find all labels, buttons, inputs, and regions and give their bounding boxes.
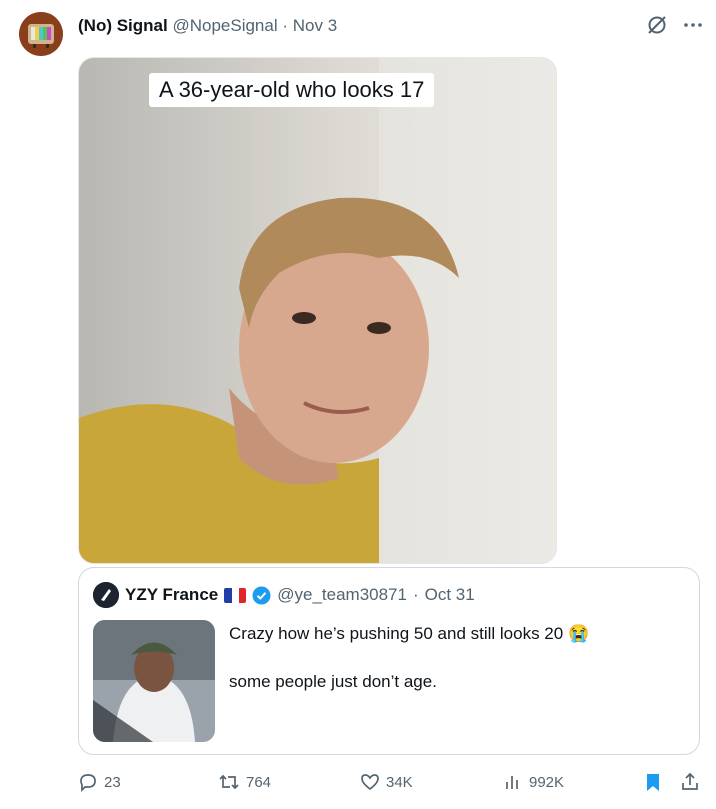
quoted-tweet-line1: Crazy how he’s pushing 50 and still look…: [229, 624, 564, 643]
grok-icon[interactable]: [646, 14, 668, 36]
share-button[interactable]: [680, 772, 700, 792]
image-caption: A 36-year-old who looks 17: [149, 73, 435, 107]
share-icon: [680, 772, 700, 792]
heart-icon: [360, 772, 380, 792]
reply-button[interactable]: 23: [78, 772, 121, 792]
quoted-tweet-text: Crazy how he’s pushing 50 and still look…: [229, 623, 679, 719]
tweet-actions: 23 764 34K 992K: [78, 772, 698, 798]
like-count: 34K: [386, 773, 413, 791]
tweet-header: (No) Signal @NopeSignal · Nov 3: [78, 16, 337, 36]
views-chart-icon: [503, 772, 523, 792]
views-count: 992K: [529, 773, 565, 791]
quoted-tweet-header: YZY France @ye_team30871 · Oct 31: [93, 582, 475, 608]
quoted-tweet-line2: some people just don’t age.: [229, 672, 437, 691]
repost-count: 764: [246, 773, 272, 791]
reply-icon: [78, 772, 98, 792]
quoted-author-avatar[interactable]: [93, 582, 119, 608]
quoted-tweet-date[interactable]: Oct 31: [425, 585, 475, 605]
tweet-media-image[interactable]: [78, 57, 557, 564]
bookmark-icon: [644, 772, 662, 792]
crying-emoji: 😭: [567, 624, 590, 643]
bookmark-button[interactable]: [644, 772, 662, 792]
reply-count: 23: [104, 773, 121, 791]
like-button[interactable]: 34K: [360, 772, 413, 792]
france-flag-icon: [224, 587, 247, 603]
separator: ·: [412, 585, 419, 604]
verified-badge-icon: [252, 586, 271, 605]
tweet-date[interactable]: Nov 3: [293, 16, 337, 35]
author-avatar[interactable]: [19, 12, 63, 56]
quoted-tweet-thumbnail[interactable]: [93, 620, 215, 742]
author-name[interactable]: (No) Signal: [78, 16, 168, 35]
quoted-tweet-line: Crazy how he’s pushing 50 and still look…: [229, 623, 679, 645]
more-options-icon[interactable]: [682, 14, 704, 36]
author-handle[interactable]: @NopeSignal: [172, 16, 277, 35]
quoted-author-handle[interactable]: @ye_team30871: [277, 585, 407, 605]
views-button[interactable]: 992K: [503, 772, 564, 792]
top-actions: [646, 14, 704, 36]
repost-icon: [218, 772, 240, 792]
repost-button[interactable]: 764: [218, 772, 271, 792]
quoted-author-name[interactable]: YZY France: [125, 585, 218, 605]
separator: ·: [282, 16, 289, 35]
quoted-tweet[interactable]: YZY France @ye_team30871 · Oct 31 Crazy …: [78, 567, 700, 755]
